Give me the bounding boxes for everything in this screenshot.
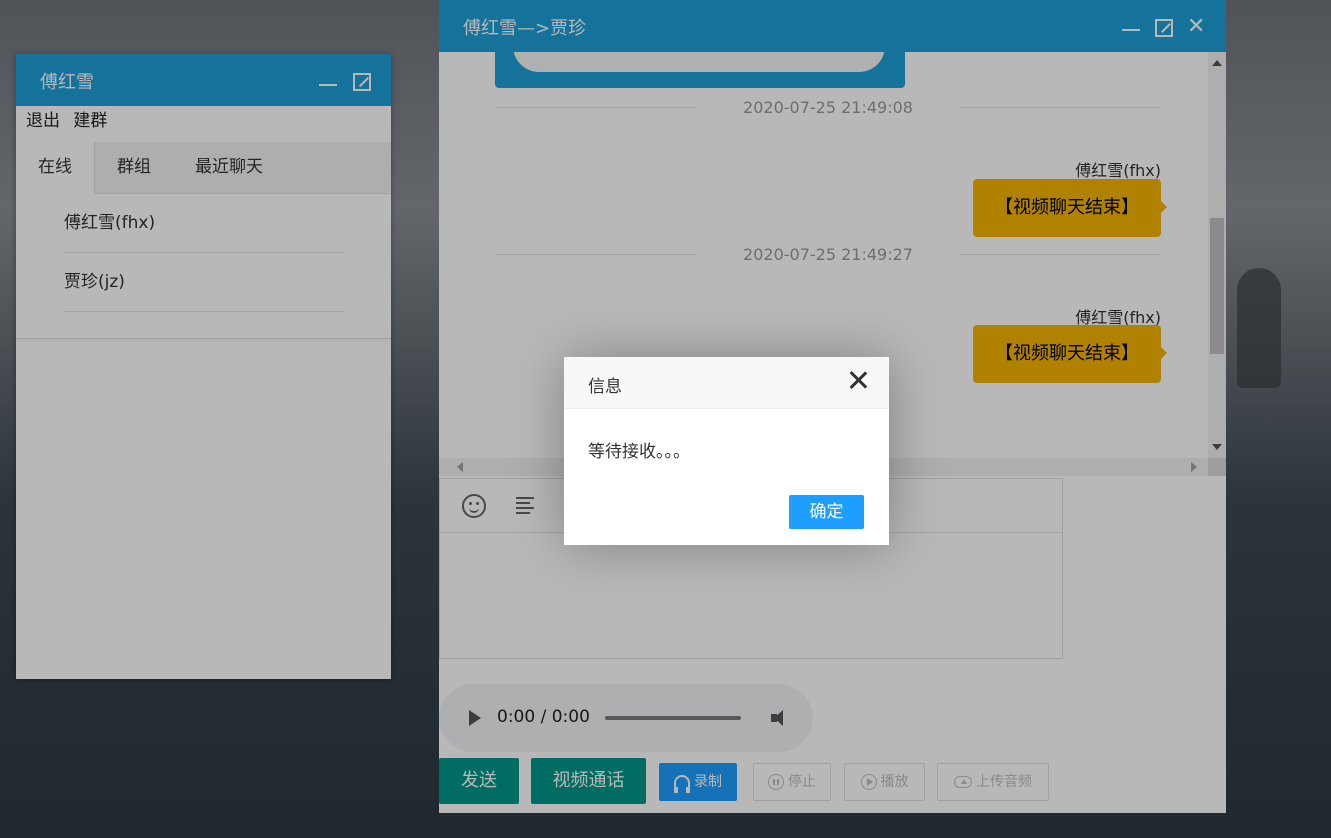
dialog-title: 信息 <box>588 377 622 397</box>
ok-button[interactable]: 确定 <box>789 495 864 529</box>
dialog-header[interactable]: 信息 <box>564 357 889 409</box>
info-dialog: 信息 等待接收。。。 确定 <box>564 357 889 545</box>
dialog-message: 等待接收。。。 <box>588 442 690 462</box>
close-icon[interactable] <box>849 371 867 389</box>
